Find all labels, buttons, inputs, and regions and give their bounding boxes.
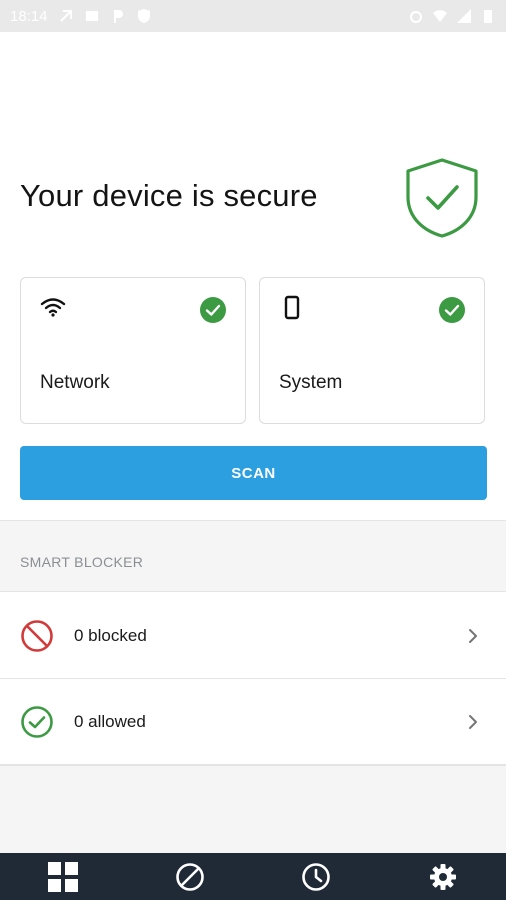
bottom-navigation: [0, 853, 506, 900]
smart-blocker-header: SMART BLOCKER: [0, 520, 506, 592]
dashboard-grid-icon: [48, 861, 79, 892]
cellular-signal-icon: [457, 9, 471, 23]
nav-blocker[interactable]: [173, 860, 207, 894]
network-card[interactable]: Network: [20, 277, 246, 424]
blocked-count: 0 blocked: [74, 626, 147, 645]
notification-icon: [59, 10, 72, 22]
page-title: Your device is secure: [20, 178, 318, 213]
nav-settings[interactable]: [426, 860, 460, 894]
wifi-icon: [40, 298, 66, 317]
history-clock-icon: [302, 862, 331, 891]
check-circle-icon: [200, 297, 226, 323]
shield-check-icon: [406, 158, 478, 238]
blocked-row[interactable]: 0 blocked: [0, 593, 506, 679]
phone-icon: [284, 295, 300, 320]
blocked-icon: [21, 620, 53, 652]
allowed-count: 0 allowed: [74, 712, 146, 731]
allowed-icon: [21, 706, 53, 738]
block-icon: [175, 862, 204, 891]
alarm-icon: [410, 11, 422, 23]
status-time: 18:14: [10, 7, 48, 25]
settings-gear-icon: [429, 863, 456, 890]
wifi-status-icon: [433, 10, 447, 22]
p-notification-icon: [113, 10, 123, 23]
chevron-right-icon: [469, 629, 477, 643]
nav-dashboard[interactable]: [46, 860, 80, 894]
check-circle-icon: [439, 297, 465, 323]
content-spacer: [0, 765, 506, 853]
nav-history[interactable]: [299, 860, 333, 894]
battery-icon: [484, 10, 492, 23]
system-card[interactable]: System: [259, 277, 485, 424]
shield-notification-icon: [137, 9, 150, 23]
system-label: System: [279, 372, 343, 393]
image-notification-icon: [85, 11, 98, 21]
network-label: Network: [40, 372, 110, 393]
status-bar: 18:14: [0, 0, 506, 32]
allowed-row[interactable]: 0 allowed: [0, 679, 506, 765]
section-title: SMART BLOCKER: [20, 554, 144, 570]
scan-button[interactable]: SCAN: [20, 446, 487, 500]
chevron-right-icon: [469, 715, 477, 729]
